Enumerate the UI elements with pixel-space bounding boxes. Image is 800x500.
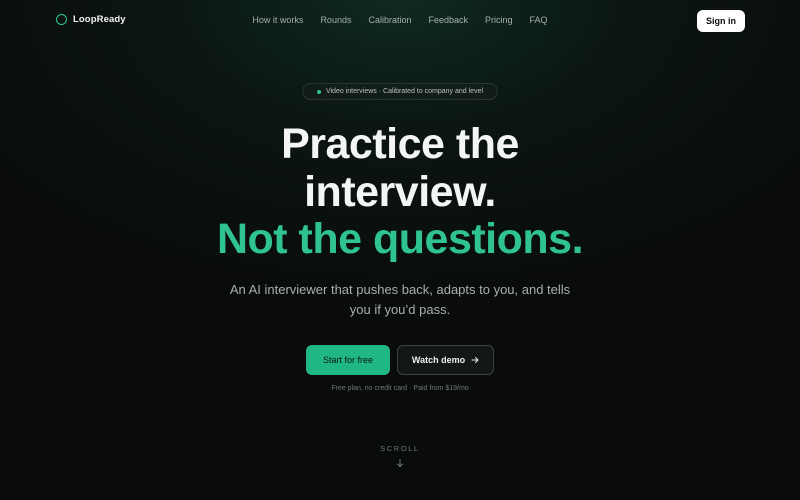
- nav-link-how-it-works[interactable]: How it works: [244, 15, 312, 25]
- hero-subtitle-line-2: you if you’d pass.: [349, 302, 451, 317]
- arrow-down-icon[interactable]: [395, 458, 405, 468]
- headline-line-1: Practice the: [281, 120, 519, 168]
- hero-subtitle-line-1: An AI interviewer that pushes back, adap…: [229, 282, 571, 297]
- status-dot-icon: [316, 89, 321, 94]
- top-nav: LoopReady How it works Rounds Calibratio…: [0, 0, 800, 42]
- headline-line-3-accent: Not the questions.: [216, 215, 584, 263]
- sign-in-button[interactable]: Sign in: [697, 10, 745, 32]
- nav-link-calibration[interactable]: Calibration: [360, 15, 420, 25]
- feature-pill-text: Video interviews · Calibrated to company…: [325, 88, 484, 95]
- start-for-free-button[interactable]: Start for free: [306, 345, 390, 375]
- arrow-right-icon: [471, 356, 479, 364]
- feature-pill: Video interviews · Calibrated to company…: [302, 83, 498, 100]
- watch-demo-button[interactable]: Watch demo: [397, 345, 494, 375]
- nav-link-rounds[interactable]: Rounds: [312, 15, 360, 25]
- headline-line-2: interview.: [304, 168, 496, 216]
- watch-demo-label: Watch demo: [411, 355, 466, 365]
- nav-link-faq[interactable]: FAQ: [521, 15, 556, 25]
- nav-link-feedback[interactable]: Feedback: [420, 15, 477, 25]
- nav-links: How it works Rounds Calibration Feedback…: [0, 15, 800, 25]
- scroll-label: SCROLL: [380, 444, 420, 453]
- nav-link-pricing[interactable]: Pricing: [477, 15, 522, 25]
- pricing-fineprint: Free plan, no credit card · Paid from $1…: [331, 385, 469, 392]
